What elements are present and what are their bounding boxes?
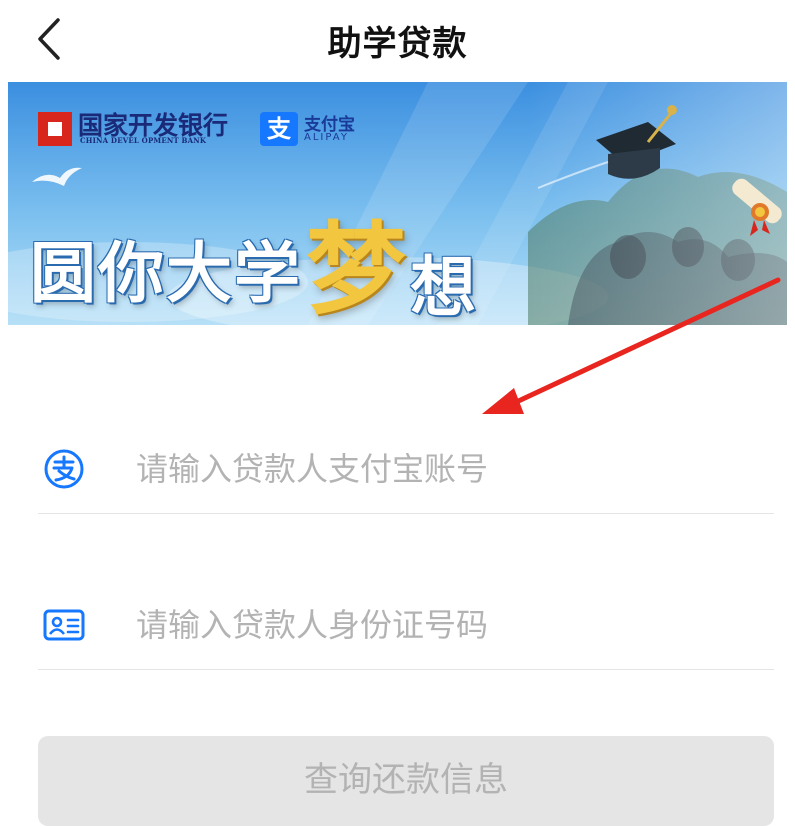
alipay-name-en: ALIPAY xyxy=(304,132,349,143)
alipay-account-input[interactable] xyxy=(136,443,756,495)
alipay-logo: 支 xyxy=(260,112,298,146)
id-number-input[interactable] xyxy=(136,599,756,651)
banner-slogan: 圆你大学梦想 xyxy=(30,188,476,325)
promo-banner: 国家开发银行 CHINA DEVEL OPMENT BANK 支 支付宝 ALI… xyxy=(8,82,787,325)
alipay-icon xyxy=(44,449,84,489)
slogan-part2: 想 xyxy=(410,248,476,325)
nav-bar: 助学贷款 xyxy=(0,0,795,82)
id-card-icon xyxy=(43,609,85,641)
slogan-part1: 圆你大学 xyxy=(30,234,302,312)
alipay-account-field[interactable] xyxy=(38,423,774,514)
page-title: 助学贷款 xyxy=(327,24,468,64)
id-number-field[interactable] xyxy=(38,579,774,670)
slogan-highlight: 梦 xyxy=(306,210,406,325)
query-repayment-button[interactable]: 查询还款信息 xyxy=(38,736,774,826)
cdb-logo xyxy=(38,112,72,146)
bank-name-en: CHINA DEVEL OPMENT BANK xyxy=(80,136,207,145)
